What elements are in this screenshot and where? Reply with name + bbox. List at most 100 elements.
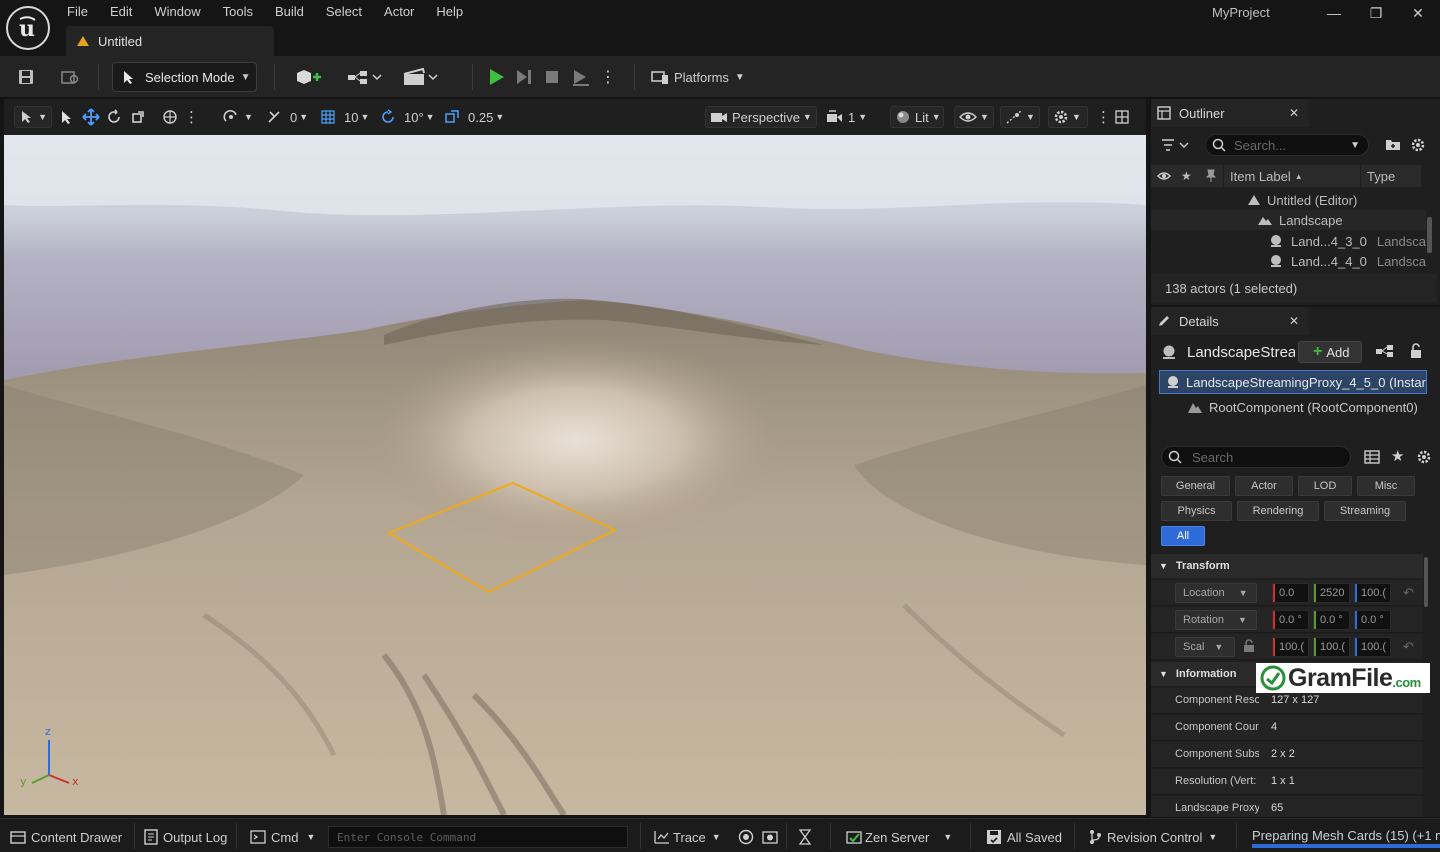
eye-icon[interactable] bbox=[1157, 171, 1171, 181]
scale-dropdown[interactable]: Scal ▼ bbox=[1175, 637, 1235, 657]
lock-icon[interactable] bbox=[1243, 639, 1255, 653]
lock-icon[interactable] bbox=[1409, 343, 1423, 359]
cinematics-button[interactable] bbox=[400, 62, 442, 92]
component-row-selected[interactable]: LandscapeStreamingProxy_4_5_0 (Instar bbox=[1159, 370, 1427, 394]
platforms-dropdown[interactable]: Platforms ▼ bbox=[650, 62, 750, 92]
menu-actor[interactable]: Actor bbox=[373, 0, 425, 24]
outliner-search-input[interactable]: Search... ▼ bbox=[1205, 134, 1369, 156]
select-tool-icon[interactable] bbox=[58, 106, 74, 128]
outliner-tab[interactable]: Outliner ✕ bbox=[1151, 99, 1309, 127]
actor-name-field[interactable]: LandscapeStrea bbox=[1161, 342, 1295, 362]
filter-lod[interactable]: LOD bbox=[1298, 476, 1352, 496]
restore-button[interactable]: ❐ bbox=[1356, 0, 1396, 26]
filter-all[interactable]: All bbox=[1161, 526, 1205, 546]
translate-tool-icon[interactable] bbox=[82, 106, 100, 128]
details-search-input[interactable]: Search bbox=[1161, 446, 1351, 468]
add-folder-icon[interactable] bbox=[1385, 137, 1401, 151]
scale-x-field[interactable]: 100.( bbox=[1272, 637, 1309, 657]
rotate-snap-toggle[interactable]: 0 ▼ bbox=[266, 106, 308, 128]
world-space-icon[interactable] bbox=[162, 106, 178, 128]
tree-row[interactable]: Untitled (Editor) bbox=[1151, 190, 1426, 210]
unreal-logo[interactable]: u bbox=[6, 6, 50, 50]
menu-help[interactable]: Help bbox=[425, 0, 474, 24]
add-component-button[interactable]: + Add bbox=[1298, 341, 1362, 363]
details-tab[interactable]: Details ✕ bbox=[1151, 307, 1309, 335]
scale-tool-icon[interactable] bbox=[130, 106, 146, 128]
menu-file[interactable]: File bbox=[56, 0, 99, 24]
blueprint-convert-icon[interactable] bbox=[1375, 343, 1395, 359]
location-dropdown[interactable]: Location ▼ bbox=[1175, 583, 1257, 603]
cmd-dropdown[interactable]: Cmd ▼ bbox=[250, 825, 315, 849]
angle-snap-toggle[interactable]: 10° ▼ bbox=[380, 106, 435, 128]
type-header[interactable]: Type bbox=[1361, 165, 1421, 187]
rotation-z-field[interactable]: 0.0 ° bbox=[1354, 610, 1391, 630]
surface-snap-dropdown[interactable]: ▼ bbox=[222, 106, 253, 128]
trace-dropdown[interactable]: Trace ▼ bbox=[654, 825, 721, 849]
filter-actor[interactable]: Actor bbox=[1235, 476, 1293, 496]
play-button[interactable] bbox=[484, 62, 508, 92]
location-x-field[interactable]: 0.0 bbox=[1272, 583, 1309, 603]
filter-icon[interactable] bbox=[1161, 137, 1191, 153]
menu-edit[interactable]: Edit bbox=[99, 0, 143, 24]
gear-icon[interactable] bbox=[1410, 137, 1426, 153]
save-icon[interactable] bbox=[12, 62, 40, 92]
console-command-input[interactable]: Enter Console Command bbox=[328, 826, 628, 848]
performance-dropdown[interactable]: ▼ bbox=[1000, 106, 1040, 128]
transform-mode-dropdown[interactable]: ▼ bbox=[14, 106, 52, 128]
favorites-star-icon[interactable]: ★ bbox=[1391, 447, 1404, 465]
details-scrollbar[interactable] bbox=[1424, 557, 1428, 607]
output-log-button[interactable]: Output Log bbox=[144, 825, 227, 849]
revision-control-dropdown[interactable]: Revision Control ▼ bbox=[1088, 825, 1217, 849]
content-drawer-button[interactable]: Content Drawer bbox=[10, 825, 122, 849]
selection-mode-dropdown[interactable]: Selection Mode ▼ bbox=[112, 62, 257, 92]
all-saved-button[interactable]: All Saved bbox=[986, 825, 1062, 849]
level-tab[interactable]: Untitled bbox=[66, 26, 274, 56]
grid-snap-toggle[interactable]: 10 ▼ bbox=[320, 106, 369, 128]
landscape-scene[interactable]: z x y bbox=[4, 135, 1146, 815]
tree-row[interactable]: Land...4_3_0 Landsca bbox=[1151, 231, 1426, 251]
record-icon[interactable] bbox=[738, 825, 754, 849]
item-label-header[interactable]: Item Label ▲ bbox=[1224, 165, 1360, 187]
scale-y-field[interactable]: 100.( bbox=[1313, 637, 1350, 657]
rotation-dropdown[interactable]: Rotation ▼ bbox=[1175, 610, 1257, 630]
transform-section-header[interactable]: ▼ Transform bbox=[1151, 554, 1423, 578]
scale-z-field[interactable]: 100.( bbox=[1354, 637, 1391, 657]
zen-server-dropdown[interactable]: Zen Server ▼ bbox=[846, 825, 952, 849]
rotation-y-field[interactable]: 0.0 ° bbox=[1313, 610, 1350, 630]
rotate-tool-icon[interactable] bbox=[106, 106, 122, 128]
add-actor-button[interactable] bbox=[290, 62, 330, 92]
filter-physics[interactable]: Physics bbox=[1161, 501, 1232, 521]
advance-frame-button[interactable] bbox=[512, 62, 536, 92]
viewport-options-icon[interactable]: ⋮ bbox=[1096, 106, 1111, 128]
more-options-icon[interactable]: ⋮ bbox=[184, 106, 199, 128]
perspective-dropdown[interactable]: Perspective ▼ bbox=[705, 106, 817, 128]
menu-select[interactable]: Select bbox=[315, 0, 373, 24]
tree-row[interactable]: Land...4_4_0 Landsca bbox=[1151, 251, 1426, 271]
menu-build[interactable]: Build bbox=[264, 0, 315, 24]
stop-button[interactable] bbox=[540, 62, 564, 92]
tree-row[interactable]: Landscape bbox=[1151, 210, 1426, 230]
filter-misc[interactable]: Misc bbox=[1357, 476, 1415, 496]
pin-icon[interactable] bbox=[1205, 169, 1216, 183]
component-row[interactable]: RootComponent (RootComponent0) E bbox=[1187, 396, 1423, 418]
minimize-button[interactable]: — bbox=[1314, 0, 1354, 26]
derived-data-icon[interactable] bbox=[798, 825, 812, 849]
menu-window[interactable]: Window bbox=[143, 0, 211, 24]
camera-speed-dropdown[interactable]: 1 ▼ bbox=[826, 106, 867, 128]
filter-rendering[interactable]: Rendering bbox=[1237, 501, 1319, 521]
scale-snap-toggle[interactable]: 0.25 ▼ bbox=[444, 106, 504, 128]
table-view-icon[interactable] bbox=[1364, 449, 1380, 465]
rotation-x-field[interactable]: 0.0 ° bbox=[1272, 610, 1309, 630]
browse-icon[interactable] bbox=[56, 62, 84, 92]
reset-icon[interactable]: ↶ bbox=[1403, 639, 1414, 655]
level-viewport[interactable]: z x y ▼ ⋮ ▼ 0 ▼ 10 ▼ 10° ▼ 0.25 ▼ Perspe… bbox=[4, 99, 1146, 815]
filter-streaming[interactable]: Streaming bbox=[1324, 501, 1406, 521]
close-icon[interactable]: ✕ bbox=[1289, 314, 1299, 328]
eject-button[interactable] bbox=[568, 62, 594, 92]
view-mode-dropdown[interactable]: Lit ▼ bbox=[890, 106, 944, 128]
gear-icon[interactable] bbox=[1416, 449, 1432, 465]
location-y-field[interactable]: 2520 bbox=[1313, 583, 1350, 603]
blueprint-button[interactable] bbox=[344, 62, 386, 92]
outliner-scrollbar[interactable] bbox=[1427, 217, 1432, 253]
screenshot-icon[interactable] bbox=[762, 825, 778, 849]
